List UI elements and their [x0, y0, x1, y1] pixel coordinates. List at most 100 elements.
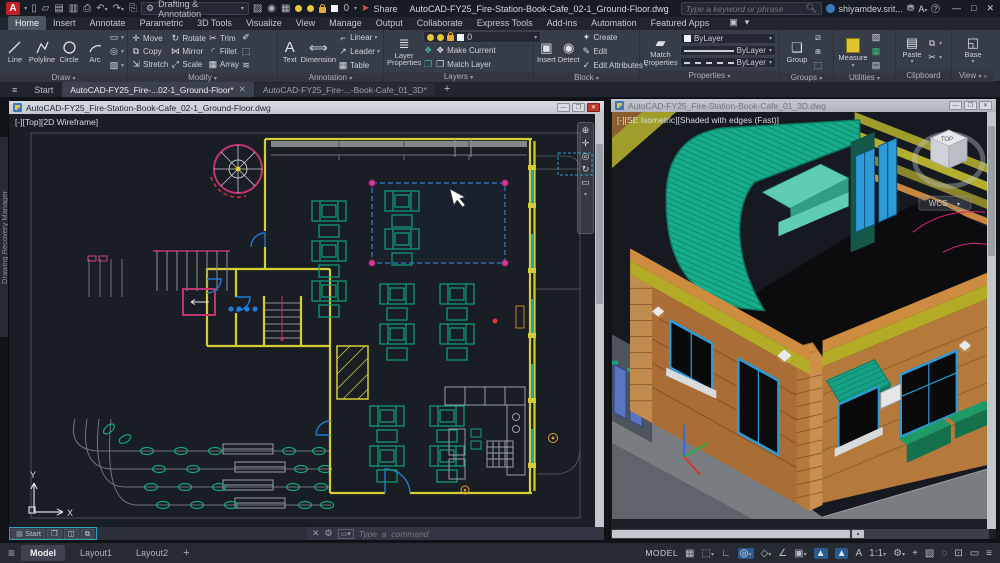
close-icon[interactable]: ✕	[986, 3, 994, 14]
group-button[interactable]: ❏Group	[783, 40, 811, 64]
panel-label-modify[interactable]: Modify ▾	[128, 73, 277, 82]
redo-icon[interactable]: ↷▾	[113, 3, 124, 14]
quick-calc-icon[interactable]: ▦	[871, 45, 881, 58]
array-button[interactable]: ▦Array	[208, 58, 239, 71]
workspace-gear-icon[interactable]: ⚙▾	[893, 548, 905, 559]
panel-label-groups[interactable]: Groups ▾	[780, 73, 833, 82]
search-box[interactable]: 🔍︎	[681, 2, 822, 15]
layer-properties-button[interactable]: ≣Layer Properties	[387, 36, 421, 67]
mini-tab-icon-3[interactable]: ⧉	[81, 529, 94, 539]
vertical-scrollbar-3d[interactable]	[987, 112, 996, 529]
linetype-dropdown[interactable]: ByLayer▾	[680, 57, 776, 68]
tab-home[interactable]: Home	[8, 16, 46, 30]
insert-block-button[interactable]: ▣Insert	[537, 40, 556, 64]
tab-insert[interactable]: Insert	[46, 16, 83, 30]
save-as-icon[interactable]: ▥	[69, 3, 78, 14]
isolate-objects-icon[interactable]: ◌	[941, 548, 947, 559]
measure-button[interactable]: Measure▾	[837, 33, 869, 70]
close-tab-icon[interactable]: ✕	[239, 84, 246, 95]
drawing-tab-ground-floor[interactable]: AutoCAD-FY25_Fire-...02-1_Ground-Floor*✕	[62, 82, 254, 97]
mini-layout-tabs[interactable]: ▦Start ❐ ◫ ⧉	[9, 527, 97, 540]
model-canvas-2d[interactable]: Y X ⊕ ✛ ◎ ↻ ▭ ▾	[9, 114, 597, 529]
restore-icon[interactable]: ❐	[964, 101, 977, 110]
graphics-performance-icon[interactable]: ⊡	[954, 548, 962, 559]
ribbon-options-icon[interactable]: ▣▾	[722, 15, 763, 30]
new-drawing-tab-icon[interactable]: +	[436, 81, 458, 97]
mini-tab-start[interactable]: ▦Start	[12, 529, 45, 539]
username-label[interactable]: shiyamdev.srit...	[839, 4, 903, 14]
model-space-badge[interactable]: MODEL	[645, 548, 678, 558]
command-recent-icon[interactable]: ▭▾	[338, 529, 354, 539]
plot-icon[interactable]: ⎙	[83, 3, 91, 14]
new-file-icon[interactable]: ▯	[31, 3, 37, 14]
help-icon[interactable]: ?	[931, 4, 940, 13]
start-tab[interactable]: Start	[26, 83, 61, 97]
share-icon[interactable]: ➤	[361, 3, 369, 14]
drawing-tab-3d[interactable]: AutoCAD-FY25_Fire-...-Book-Cafe_01_3D*	[255, 83, 435, 97]
autocad-logo-icon[interactable]: A	[6, 2, 20, 15]
autodesk-access-icon[interactable]: A▾	[918, 4, 927, 14]
panel-label-clipboard[interactable]: Clipboard	[896, 71, 951, 82]
close-icon[interactable]: ✕	[587, 103, 600, 112]
command-line[interactable]: ✕ ⚙ ▭▾	[307, 527, 604, 540]
dimension-button[interactable]: ⟺Dimension	[301, 40, 336, 64]
workspace-dropdown[interactable]: ⚙ Drafting & Annotation ▾	[141, 2, 249, 15]
showmotion-icon[interactable]: ▭	[581, 177, 590, 187]
command-close-icon[interactable]: ✕	[312, 528, 320, 539]
scroll-button-icon[interactable]: ▴	[852, 530, 864, 538]
new-layout-icon[interactable]: +	[183, 547, 189, 559]
layer-on-bulb-icon[interactable]	[295, 5, 302, 12]
tab-featured-apps[interactable]: Featured Apps	[644, 16, 717, 30]
layer-dropdown[interactable]: 0 ▾	[423, 31, 541, 43]
nav-wheel-icon[interactable]: ⊕	[582, 125, 590, 135]
zoom-icon[interactable]: ◎	[582, 151, 590, 161]
clean-screen-icon[interactable]: ▭	[970, 548, 979, 559]
trim-button[interactable]: ✂Trim	[208, 32, 239, 45]
command-input[interactable]	[359, 529, 559, 539]
panel-label-view[interactable]: View ▾ »	[952, 71, 994, 82]
chevron-down-icon[interactable]: ▾	[354, 5, 357, 12]
save-all-icon[interactable]: ▦	[281, 3, 290, 14]
wcs-dropdown[interactable]: WCS ▾	[919, 196, 971, 210]
line-button[interactable]: Line	[3, 40, 27, 64]
panel-label-utilities[interactable]: Utilities ▾	[834, 73, 895, 82]
minimize-icon[interactable]: —	[949, 101, 962, 110]
ungroup-icon[interactable]: ⧄	[813, 31, 823, 44]
edit-block-button[interactable]: ✎Edit	[581, 45, 647, 58]
group-edit-icon[interactable]: ⧆	[813, 45, 823, 58]
tab-manage[interactable]: Manage	[322, 16, 369, 30]
offset-tool-icon[interactable]: ≋	[241, 59, 251, 72]
layer-freeze-bulb-icon[interactable]	[307, 5, 314, 12]
search-icon[interactable]: 🔍︎	[806, 3, 817, 14]
detect-button[interactable]: ◉Detect	[558, 40, 580, 64]
cart-icon[interactable]: ⛃	[907, 3, 915, 14]
edit-attributes-button[interactable]: ✓Edit Attributes▾	[581, 59, 647, 72]
base-button[interactable]: ◱Base▾	[959, 35, 987, 67]
lineweight-dropdown[interactable]: ByLayer▾	[680, 45, 776, 56]
tab-output[interactable]: Output	[369, 16, 410, 30]
sheet-icon[interactable]: ▨	[253, 3, 262, 14]
layout-tab-model[interactable]: Model	[21, 545, 65, 561]
search-input[interactable]	[686, 4, 806, 14]
tab-add-ins[interactable]: Add-ins	[540, 16, 585, 30]
customization-icon[interactable]: ≡	[986, 548, 992, 559]
save-icon[interactable]: ▤	[54, 3, 63, 14]
linear-button[interactable]: ⌐Linear▾	[338, 31, 380, 44]
layer-dropdown-value[interactable]: 0	[343, 3, 349, 14]
polar-tracking-icon[interactable]: ◎▾	[738, 548, 754, 559]
layout-tab-layout2[interactable]: Layout2	[127, 545, 177, 561]
layout-menu-icon[interactable]: ≡	[8, 546, 15, 560]
eye-icon[interactable]: ◉	[267, 3, 276, 14]
open-folder-icon[interactable]: ▱	[42, 3, 50, 14]
polyline-button[interactable]: Polyline	[29, 40, 55, 64]
maximize-icon[interactable]: □	[971, 3, 976, 14]
panel-label-block[interactable]: Block ▾	[534, 73, 639, 82]
group-select-icon[interactable]: ⬚	[813, 59, 823, 72]
app-menu-caret-icon[interactable]: ▾	[24, 5, 27, 12]
make-current-button[interactable]: ❖❖Make Current	[423, 44, 541, 57]
match-layer-button[interactable]: ❒❒Match Layer	[423, 58, 541, 71]
ellipse-tool-icon[interactable]: ◎▾	[109, 45, 124, 58]
panel-label-layers[interactable]: Layers ▾	[384, 72, 533, 82]
undo-icon[interactable]: ↶▾	[96, 3, 107, 14]
units-icon[interactable]: ▧	[925, 548, 934, 559]
